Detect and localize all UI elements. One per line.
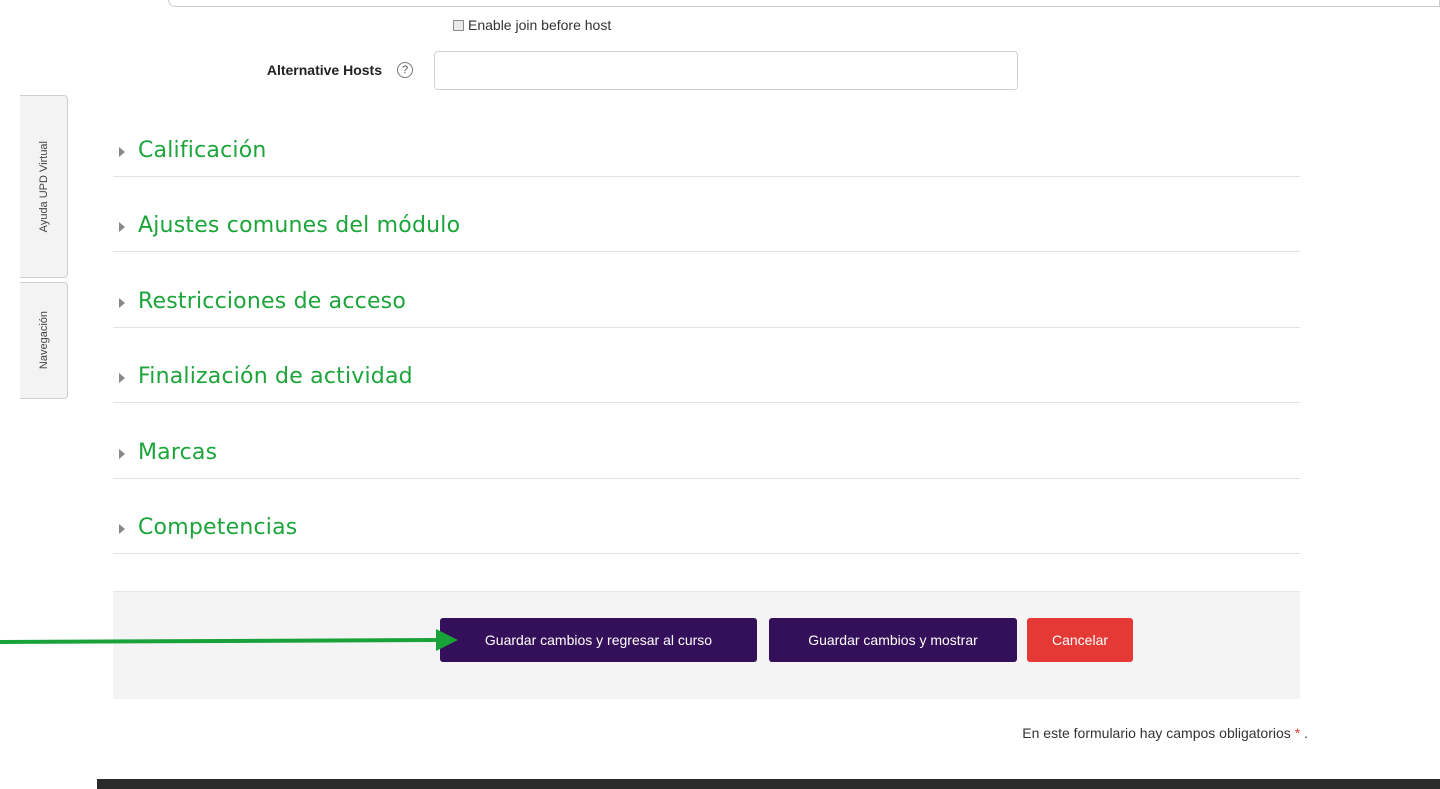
sidebar-tab-help[interactable]: Ayuda UPD Virtual [20, 95, 68, 278]
caret-right-icon [119, 222, 125, 232]
enable-join-label: Enable join before host [468, 17, 612, 33]
green-arrow-annotation [0, 629, 458, 651]
alternative-hosts-input[interactable] [434, 51, 1018, 90]
required-fields-note: En este formulario hay campos obligatori… [1022, 725, 1308, 741]
section-title: Ajustes comunes del módulo [138, 213, 461, 238]
alternative-hosts-label: Alternative Hosts [266, 62, 382, 78]
enable-join-checkbox[interactable] [453, 19, 464, 31]
section-title: Finalización de actividad [138, 364, 413, 389]
section-competencias[interactable]: Competencias [113, 479, 1300, 554]
section-title: Restricciones de acceso [138, 288, 406, 314]
sidebar-tab-navigation[interactable]: Navegación [20, 282, 68, 399]
cancel-button[interactable]: Cancelar [1027, 618, 1133, 662]
section-title: Calificación [138, 137, 267, 163]
top-panel-border [168, 0, 1440, 7]
section-restricciones[interactable]: Restricciones de acceso [113, 252, 1300, 328]
section-finalizacion[interactable]: Finalización de actividad [113, 328, 1300, 403]
required-note-text: En este formulario hay campos obligatori… [1022, 725, 1291, 741]
sidebar-tab-navigation-label: Navegación [37, 311, 50, 370]
section-title: Competencias [138, 515, 298, 540]
required-star-icon: * [1294, 725, 1301, 741]
section-marcas[interactable]: Marcas [113, 403, 1300, 479]
sidebar-tab-help-label: Ayuda UPD Virtual [37, 140, 50, 233]
caret-right-icon [119, 524, 125, 534]
required-note-suffix: . [1304, 725, 1308, 741]
page-footer [97, 779, 1440, 789]
caret-right-icon [119, 146, 125, 157]
save-and-show-button[interactable]: Guardar cambios y mostrar [769, 618, 1017, 662]
save-and-return-button[interactable]: Guardar cambios y regresar al curso [440, 618, 757, 662]
question-circle-icon[interactable]: ? [397, 62, 413, 78]
section-ajustes-comunes[interactable]: Ajustes comunes del módulo [113, 177, 1300, 252]
enable-join-row[interactable]: Enable join before host [453, 17, 611, 33]
caret-right-icon [119, 373, 125, 383]
caret-right-icon [119, 297, 125, 308]
section-title: Marcas [138, 439, 218, 465]
section-calificacion[interactable]: Calificación [113, 101, 1300, 177]
caret-right-icon [119, 448, 125, 459]
form-sections: Calificación Ajustes comunes del módulo … [113, 101, 1300, 554]
alternative-hosts-row: Alternative Hosts ? [0, 51, 1100, 91]
